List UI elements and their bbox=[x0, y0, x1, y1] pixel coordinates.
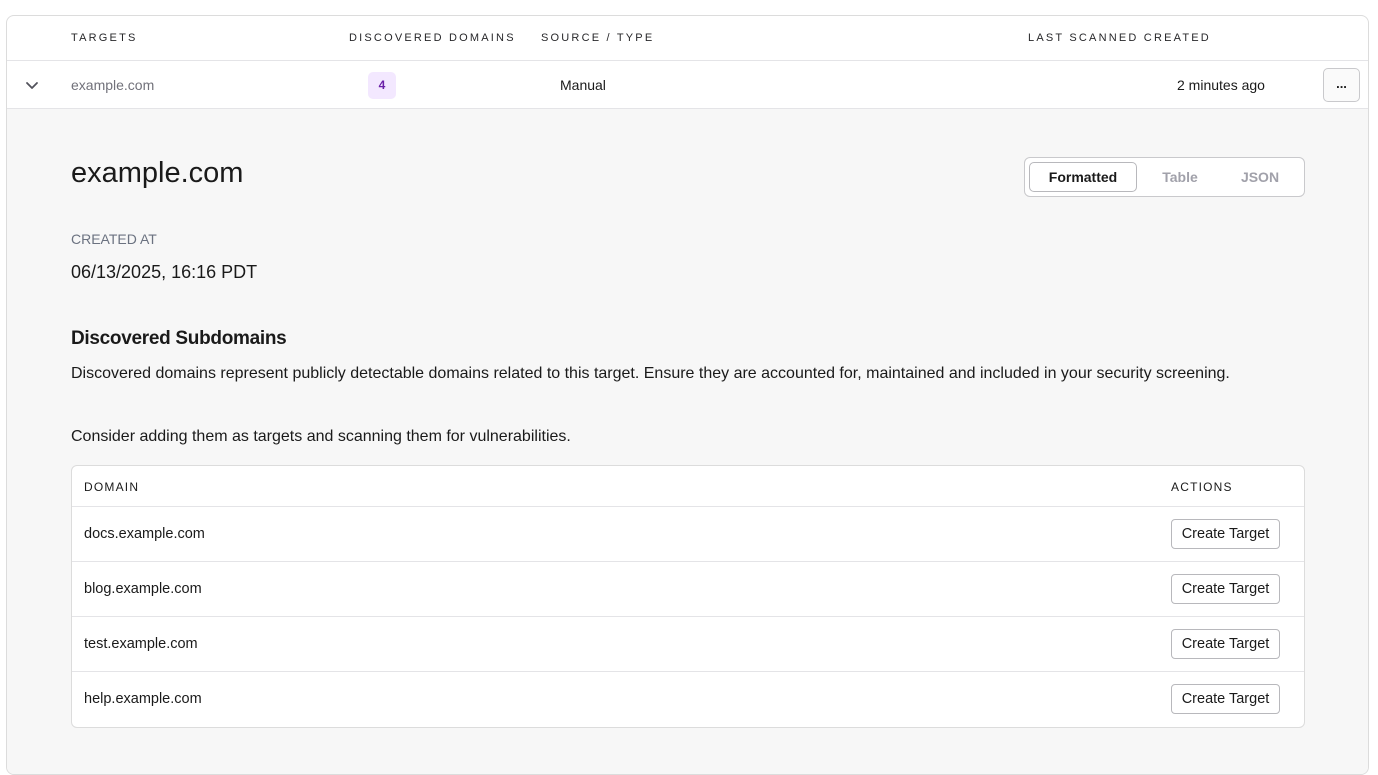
more-actions-button[interactable]: ... bbox=[1323, 68, 1360, 102]
subdomain-name: blog.example.com bbox=[84, 581, 202, 597]
table-row: blog.example.com Create Target bbox=[72, 562, 1304, 617]
subdomain-name: test.example.com bbox=[84, 636, 198, 652]
created-at-value: 06/13/2025, 16:16 PDT bbox=[71, 262, 258, 282]
create-target-button[interactable]: Create Target bbox=[1171, 519, 1280, 549]
tab-table[interactable]: Table bbox=[1147, 162, 1213, 192]
target-row[interactable]: example.com 4 Manual 2 minutes ago ... bbox=[7, 61, 1368, 109]
subdomains-table-header: DOMAIN ACTIONS bbox=[72, 466, 1304, 507]
tab-formatted[interactable]: Formatted bbox=[1029, 162, 1137, 192]
tab-json[interactable]: JSON bbox=[1227, 162, 1293, 192]
view-mode-toggle: Formatted Table JSON bbox=[1024, 157, 1305, 197]
col-header-actions: ACTIONS bbox=[1171, 480, 1233, 494]
subdomains-table: DOMAIN ACTIONS docs.example.com Create T… bbox=[71, 465, 1305, 728]
subdomain-name: help.example.com bbox=[84, 691, 202, 707]
targets-table-header: TARGETS DISCOVERED DOMAINS SOURCE / TYPE… bbox=[7, 16, 1368, 61]
table-row: docs.example.com Create Target bbox=[72, 507, 1304, 562]
discovered-count-badge: 4 bbox=[368, 72, 396, 99]
subdomains-consider-text: Consider adding them as targets and scan… bbox=[71, 428, 571, 445]
chevron-down-icon[interactable] bbox=[24, 77, 40, 93]
subdomain-name: docs.example.com bbox=[84, 526, 205, 542]
col-header-targets: TARGETS bbox=[71, 32, 138, 44]
create-target-button[interactable]: Create Target bbox=[1171, 574, 1280, 604]
subdomains-description: Discovered domains represent publicly de… bbox=[71, 365, 1230, 382]
create-target-button[interactable]: Create Target bbox=[1171, 684, 1280, 714]
target-name[interactable]: example.com bbox=[71, 77, 154, 93]
subdomains-heading: Discovered Subdomains bbox=[71, 328, 287, 349]
col-header-last-scanned-created: LAST SCANNED CREATED bbox=[1028, 32, 1211, 44]
detail-title: example.com bbox=[71, 157, 244, 189]
source-type: Manual bbox=[560, 77, 606, 93]
target-detail-panel: example.com Formatted Table JSON CREATED… bbox=[7, 109, 1368, 774]
last-scanned: 2 minutes ago bbox=[1177, 77, 1265, 93]
create-target-button[interactable]: Create Target bbox=[1171, 629, 1280, 659]
table-row: help.example.com Create Target bbox=[72, 672, 1304, 727]
col-header-domain: DOMAIN bbox=[84, 480, 140, 494]
col-header-source-type: SOURCE / TYPE bbox=[541, 32, 655, 44]
created-at-label: CREATED AT bbox=[71, 231, 157, 247]
targets-card: TARGETS DISCOVERED DOMAINS SOURCE / TYPE… bbox=[6, 15, 1369, 775]
col-header-discovered-domains: DISCOVERED DOMAINS bbox=[349, 32, 516, 44]
table-row: test.example.com Create Target bbox=[72, 617, 1304, 672]
